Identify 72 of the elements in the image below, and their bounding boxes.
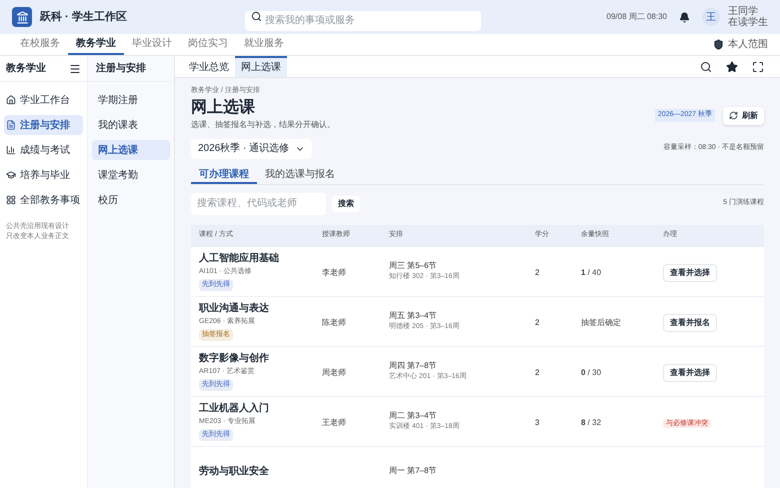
- sidebar-item[interactable]: 注册与安排: [4, 115, 83, 135]
- quota: 1 / 40: [581, 268, 602, 277]
- grid-icon: [6, 195, 16, 205]
- schedule-time: 周五 第3–4节: [389, 310, 438, 322]
- sidebar-title: 教务学业: [6, 62, 46, 76]
- term-select[interactable]: 2026秋季 · 通识选修: [191, 138, 312, 158]
- nav-tab[interactable]: 在校服务: [12, 34, 68, 55]
- credits: 3: [535, 418, 540, 427]
- refresh-icon: [729, 111, 738, 120]
- nav-tab[interactable]: 岗位实习: [180, 34, 236, 55]
- page-tab[interactable]: 网上选课: [235, 56, 287, 77]
- teacher-name: 周老师: [322, 368, 346, 377]
- menu-icon[interactable]: [69, 62, 81, 74]
- credits: 2: [535, 268, 540, 277]
- bell-icon[interactable]: [679, 12, 690, 22]
- teacher-name: 陈老师: [322, 318, 346, 327]
- quota: 抽签后确定: [581, 318, 621, 327]
- page-tab[interactable]: 学业总览: [183, 56, 235, 77]
- course-search-field[interactable]: 搜索课程、代码或老师: [191, 192, 326, 214]
- subnav-item[interactable]: 我的课表: [92, 115, 170, 135]
- schedule-time: 周二 第3–4节: [389, 410, 438, 422]
- bar-chart-icon: [6, 145, 16, 155]
- search-icon: [250, 11, 262, 22]
- search-field[interactable]: 搜索我的事项或服务: [244, 10, 481, 30]
- subnav-item[interactable]: 课堂考勤: [92, 165, 170, 185]
- date-time: 09/08 周二 08:30: [606, 11, 667, 23]
- schedule-time: 周四 第7–8节: [389, 360, 438, 372]
- page-subtitle: 选课、抽签报名与补选，结果分开确认。: [191, 118, 335, 130]
- shield-icon: [713, 39, 724, 50]
- search-button[interactable]: 搜索: [332, 196, 360, 212]
- user-avatar[interactable]: 王: [702, 8, 720, 26]
- home-icon: [6, 95, 16, 105]
- nav-tab[interactable]: 毕业设计: [124, 34, 180, 55]
- subnav-item[interactable]: 网上选课: [92, 140, 170, 160]
- action-button[interactable]: 查看并报名: [663, 314, 717, 332]
- quota: 0 / 30: [581, 368, 602, 377]
- app-title: 跃科 · 学生工作区: [40, 10, 127, 25]
- credits: 2: [535, 368, 540, 377]
- logo-icon: [12, 7, 32, 27]
- course-name: 职业沟通与表达: [199, 302, 270, 316]
- schedule-time: 周一 第7–8节: [389, 465, 438, 477]
- user-name: 王同学: [728, 6, 758, 17]
- credits: 2: [535, 318, 540, 327]
- sidebar-item[interactable]: 学业工作台: [4, 90, 83, 110]
- subnav-title: 注册与安排: [96, 61, 146, 76]
- scope-label: 本人范围: [728, 38, 768, 52]
- quota: 8 / 32: [581, 418, 602, 427]
- course-name: 人工智能应用基础: [199, 251, 280, 266]
- content-tab[interactable]: 我的选课与报名: [257, 166, 343, 184]
- sidebar-item[interactable]: 培养与毕业: [4, 165, 83, 185]
- fullscreen-icon[interactable]: [752, 60, 764, 72]
- subnav-item[interactable]: 校历: [92, 190, 170, 210]
- teacher-name: 王老师: [322, 418, 346, 427]
- search-icon[interactable]: [700, 60, 712, 72]
- course-name: 劳动与职业安全: [199, 464, 270, 478]
- star-icon[interactable]: [726, 60, 738, 72]
- sidebar-item[interactable]: 全部教务事项: [4, 190, 83, 210]
- action-button[interactable]: 查看并选择: [663, 264, 717, 282]
- action-button[interactable]: 查看并选择: [663, 364, 717, 382]
- graduation-cap-icon: [6, 170, 16, 180]
- sidebar-item[interactable]: 成绩与考试: [4, 140, 83, 160]
- subnav-item[interactable]: 学期注册: [92, 90, 170, 110]
- user-role: 在读学生: [728, 17, 768, 28]
- refresh-button[interactable]: 刷新: [723, 106, 764, 124]
- page-title: 网上选课: [191, 98, 256, 118]
- content-tab[interactable]: 可办理课程: [191, 166, 257, 184]
- document-icon: [6, 120, 16, 130]
- schedule-time: 周三 第5–6节: [389, 260, 438, 272]
- course-name: 工业机器人入门: [199, 401, 270, 416]
- nav-tab[interactable]: 就业服务: [236, 34, 292, 55]
- course-name: 数字影像与创作: [199, 351, 270, 366]
- teacher-name: 李老师: [322, 268, 346, 277]
